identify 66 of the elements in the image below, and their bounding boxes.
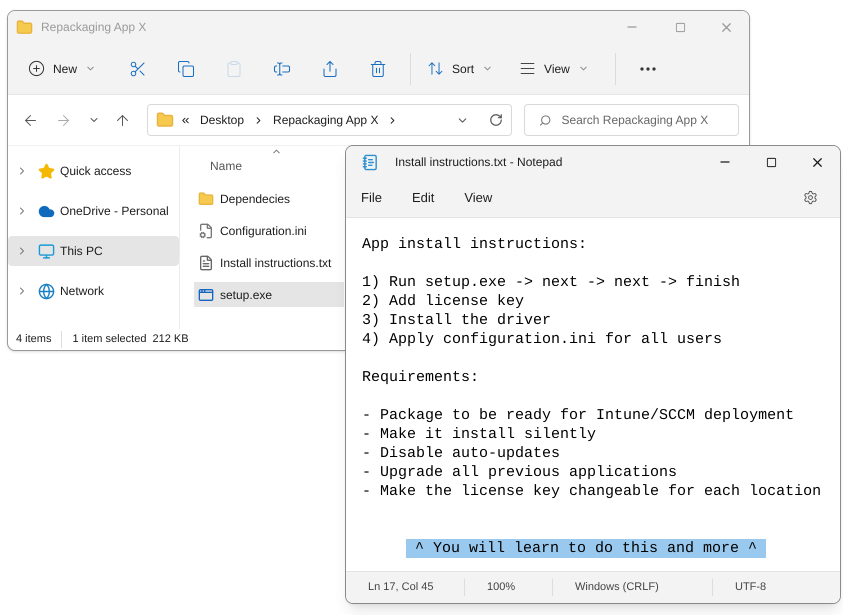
config-file-icon <box>198 222 214 238</box>
refresh-icon[interactable] <box>489 113 503 127</box>
status-text: UTF-8 <box>712 579 788 596</box>
maximize-icon <box>674 22 686 32</box>
lines-icon <box>519 60 536 77</box>
text-line: 1) Run setup.exe -> next -> next -> finish <box>362 273 742 292</box>
text-line: 3) Install the driver <box>362 311 552 330</box>
toolbar-menu-button[interactable]: View <box>511 50 597 86</box>
text-line: Requirements: <box>362 368 480 387</box>
copy-icon <box>177 60 196 78</box>
sidebar-item[interactable]: Quick access <box>8 156 179 186</box>
menu-item[interactable]: View <box>455 182 502 212</box>
clipboard-icon <box>225 60 244 78</box>
settings-icon[interactable] <box>803 190 818 205</box>
status-text: Windows (CRLF) <box>552 579 712 596</box>
file-row[interactable]: Dependecies <box>194 186 344 211</box>
text-line: - Upgrade all previous applications <box>362 463 678 482</box>
text-line: 2) Add license key <box>362 292 526 311</box>
search-input[interactable]: Search Repackaging App X <box>561 111 724 129</box>
text-line: - Disable auto-updates <box>362 444 562 463</box>
file-row[interactable]: Install instructions.txt <box>194 250 344 275</box>
sort-arrows-icon <box>427 60 444 77</box>
plus-circle-icon <box>28 60 45 77</box>
trash-icon <box>369 60 388 78</box>
sidebar-item[interactable]: This PC <box>8 236 179 266</box>
share-icon <box>321 60 340 78</box>
text-cursor-icon <box>273 60 292 78</box>
ellipsis-icon <box>640 66 656 70</box>
breadcrumb[interactable]: Desktop <box>200 111 244 129</box>
scissors-icon <box>129 60 148 78</box>
maximize-icon <box>766 156 776 168</box>
text-line: - Make it install silently <box>362 425 598 444</box>
app-window-icon <box>198 286 214 302</box>
menu-item[interactable]: File <box>352 182 391 212</box>
menu-item[interactable]: Edit <box>402 182 444 212</box>
file-row[interactable]: setup.exe <box>194 282 344 307</box>
folder-icon <box>198 190 214 206</box>
toolbar-menu-button[interactable]: New <box>20 50 104 86</box>
status-text: 1 item selected <box>61 331 146 348</box>
file-row[interactable]: Configuration.ini <box>194 218 344 243</box>
status-text: 4 items <box>16 332 52 348</box>
monitor-icon <box>38 242 55 260</box>
toolbar-menu-button[interactable]: Sort <box>419 50 502 86</box>
address-bar[interactable]: Desktop Repackaging App X <box>147 104 512 136</box>
search-icon <box>539 114 552 126</box>
status-text: 212 KB <box>152 332 189 348</box>
globe-icon <box>38 282 55 300</box>
status-text: Ln 17, Col 45 <box>367 580 434 596</box>
sidebar-item[interactable]: Network <box>8 276 179 306</box>
text-line: - Package to be ready for Intune/SCCM deployment <box>362 406 796 425</box>
status-text: 100% <box>464 579 552 596</box>
chevrons-icon <box>180 114 191 126</box>
text-line: App install instructions: <box>362 235 588 254</box>
breadcrumb[interactable]: Repackaging App X <box>273 111 378 129</box>
notepad-icon <box>362 154 379 170</box>
text-line: 4) Apply configuration.ini for all users <box>362 330 724 349</box>
star-icon <box>38 162 55 180</box>
window-title: Install instructions.txt - Notepad <box>395 154 562 171</box>
window-title: Repackaging App X <box>41 19 146 36</box>
folder-icon <box>16 18 33 36</box>
sidebar-item[interactable]: OneDrive - Personal <box>8 196 179 226</box>
search-field[interactable]: Search Repackaging App X <box>524 104 739 136</box>
column-header[interactable]: Name <box>194 152 344 180</box>
text-file-icon <box>198 254 214 270</box>
folder-icon <box>156 111 174 129</box>
text-line: - Make the license key changeable for each location <box>362 482 822 501</box>
